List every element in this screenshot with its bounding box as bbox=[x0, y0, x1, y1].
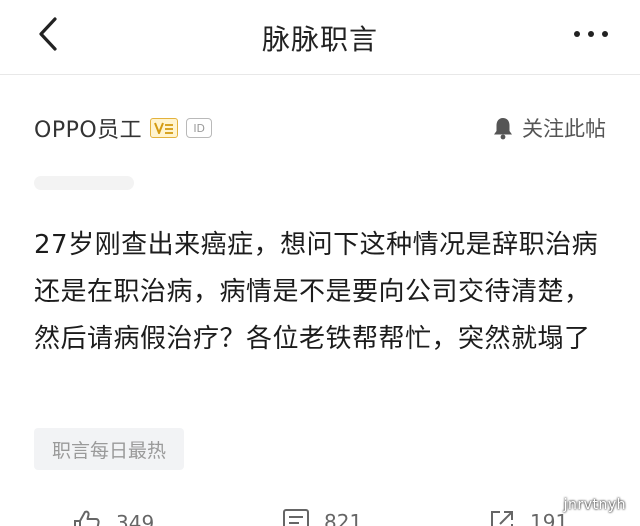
page-title: 脉脉职言 bbox=[261, 23, 378, 56]
more-dot bbox=[602, 31, 608, 37]
topic-tag[interactable]: 职言每日最热 bbox=[34, 428, 185, 470]
share-icon bbox=[491, 511, 513, 526]
id-badge-icon: ID bbox=[186, 118, 213, 138]
comment-button[interactable]: 821 bbox=[282, 508, 362, 526]
follow-post-button[interactable]: 关注此帖 bbox=[492, 112, 606, 144]
timestamp-placeholder bbox=[34, 176, 134, 190]
thumbs-up-icon bbox=[74, 510, 100, 526]
post-page: 脉脉职言 OPPO员工 ID 关注此帖 27岁刚查出来癌症，想问下这种情况是辞职… bbox=[0, 0, 640, 526]
watermark-text: jnrvtnyh bbox=[563, 497, 626, 513]
top-nav-bar: 脉脉职言 bbox=[0, 0, 640, 75]
like-button[interactable]: 349 bbox=[72, 508, 154, 526]
more-horizontal-icon bbox=[574, 31, 580, 37]
author-info: OPPO员工 ID bbox=[34, 110, 213, 146]
author-name[interactable]: OPPO员工 bbox=[34, 112, 142, 144]
share-count: 191 bbox=[530, 510, 569, 526]
follow-label: 关注此帖 bbox=[522, 117, 606, 141]
share-button[interactable]: 191 bbox=[488, 508, 568, 526]
verified-v-badge-icon bbox=[150, 118, 179, 138]
more-options-button[interactable] bbox=[564, 16, 618, 52]
post-actions-bar: 349 821 191 bbox=[0, 504, 640, 526]
bell-icon bbox=[494, 118, 512, 140]
post-text: 27岁刚查出来癌症，想问下这种情况是辞职治病还是在职治病，病情是不是要向公司交待… bbox=[34, 230, 599, 354]
more-dot bbox=[588, 31, 594, 37]
verified-v-glyph bbox=[154, 122, 174, 134]
comment-count: 821 bbox=[324, 510, 363, 526]
like-count: 349 bbox=[116, 511, 155, 526]
comment-icon bbox=[283, 509, 309, 526]
